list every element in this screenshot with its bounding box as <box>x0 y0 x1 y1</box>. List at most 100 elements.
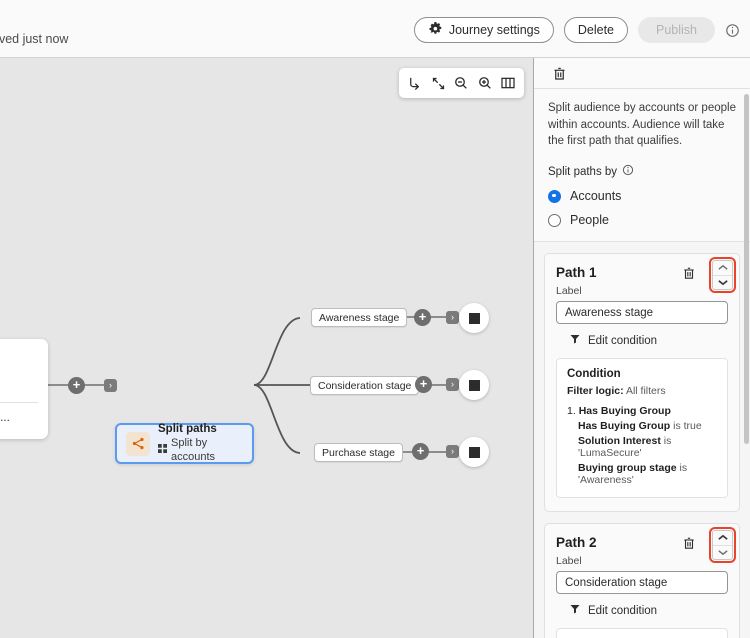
branch-end-node-2[interactable] <box>459 370 489 400</box>
add-step-button-incoming[interactable]: + <box>68 377 85 394</box>
path-2-move-up-button[interactable] <box>713 531 732 546</box>
panel-scrollbar[interactable] <box>744 94 749 444</box>
path-1-condition-heading: Condition <box>567 368 717 380</box>
previous-step-subtitle: ent <box>0 381 38 393</box>
path-1-edit-condition-link[interactable]: Edit condition <box>569 333 728 348</box>
grid-icon <box>158 444 167 458</box>
split-paths-by-label-row: Split paths by <box>548 164 736 179</box>
panel-intro: Split audience by accounts or people wit… <box>534 89 750 242</box>
previous-step-node[interactable]: ring ent umaSec... <box>0 339 48 439</box>
stop-icon <box>469 313 480 324</box>
path-2-label-caption: Label <box>556 555 728 567</box>
radio-people-icon <box>548 214 561 227</box>
path-1-rule-2-op: is <box>664 435 672 447</box>
path-1-rule-2-value: 'LumaSecure' <box>578 447 642 459</box>
previous-step-title: ring <box>0 348 38 362</box>
path-1-rule-3-value: 'Awareness' <box>578 474 634 486</box>
path-2-label-input[interactable] <box>556 571 728 594</box>
split-paths-subtitle-row: Split by accounts <box>158 437 243 465</box>
path-card-1: Path 1 Label <box>544 253 740 512</box>
app-header: aved just now Journey settings Delete Pu… <box>0 0 750 58</box>
minimap-icon[interactable] <box>498 73 519 94</box>
info-icon[interactable] <box>725 23 740 38</box>
split-paths-text: Split paths Split by accounts <box>158 422 243 465</box>
split-paths-panel: Split audience by accounts or people wit… <box>534 58 750 638</box>
path-1-title: Path 1 <box>556 265 728 280</box>
path-1-reorder-stepper <box>712 260 733 290</box>
path-1-rule-1-op: is <box>673 420 681 432</box>
path-1-move-down-button[interactable] <box>713 276 732 290</box>
radio-option-accounts[interactable]: Accounts <box>548 189 736 203</box>
branch-end-node-3[interactable] <box>459 437 489 467</box>
delete-button[interactable]: Delete <box>564 17 628 43</box>
path-1-label-input[interactable] <box>556 301 728 324</box>
split-paths-subtitle: Split by accounts <box>171 437 243 465</box>
add-step-button-branch-3[interactable]: + <box>412 443 429 460</box>
path-1-edit-condition-label: Edit condition <box>588 335 657 347</box>
branch-label-2[interactable]: Consideration stage <box>310 376 419 395</box>
fit-to-screen-icon[interactable] <box>428 73 449 94</box>
add-step-button-branch-2[interactable]: + <box>415 376 432 393</box>
panel-body[interactable]: Split audience by accounts or people wit… <box>534 89 750 638</box>
path-1-rule-3: Buying group stage is 'Awareness' <box>578 462 717 486</box>
branch-end-node-1[interactable] <box>459 303 489 333</box>
path-2-condition-box: Condition Filter logic: All filters 1. H… <box>556 628 728 638</box>
path-1-filter-logic-value: All filters <box>626 385 666 397</box>
path-1-condition-box: Condition Filter logic: All filters 1. H… <box>556 358 728 498</box>
journey-settings-label: Journey settings <box>449 23 540 37</box>
path-2-edit-condition-label: Edit condition <box>588 605 657 617</box>
journey-settings-button[interactable]: Journey settings <box>414 17 554 43</box>
path-1-condition-name: Has Buying Group <box>579 405 671 417</box>
path-1-delete-icon[interactable] <box>680 265 697 282</box>
publish-label: Publish <box>656 23 697 37</box>
info-icon[interactable] <box>622 164 634 179</box>
radio-option-people[interactable]: People <box>548 213 736 227</box>
saved-status: aved just now <box>0 32 68 46</box>
split-paths-by-label: Split paths by <box>548 166 617 178</box>
path-1-move-up-button[interactable] <box>713 261 732 276</box>
publish-button: Publish <box>638 17 715 43</box>
previous-step-meta: umaSec... <box>0 412 38 424</box>
radio-accounts-icon <box>548 190 561 203</box>
panel-header <box>534 58 750 89</box>
add-step-button-branch-1[interactable]: + <box>414 309 431 326</box>
path-card-2: Path 2 Label <box>544 523 740 638</box>
path-1-rule-1-field: Has Buying Group <box>578 420 670 432</box>
expand-chevron-branch-2[interactable]: › <box>446 378 459 391</box>
path-1-rule-1: Has Buying Group is true <box>578 420 717 432</box>
path-1-condition-number: 1. <box>567 405 576 417</box>
expand-chevron-incoming[interactable]: › <box>104 379 117 392</box>
header-actions: Journey settings Delete Publish <box>414 17 740 43</box>
connector-lines <box>0 58 533 638</box>
gear-icon <box>428 21 443 39</box>
path-2-reorder-stepper <box>712 530 733 560</box>
app-root: aved just now Journey settings Delete Pu… <box>0 0 750 638</box>
split-paths-icon <box>126 432 150 456</box>
panel-divider <box>533 58 534 638</box>
path-2-move-down-button[interactable] <box>713 546 732 560</box>
path-1-rule-2: Solution Interest is 'LumaSecure' <box>578 435 717 459</box>
path-2-delete-icon[interactable] <box>680 535 697 552</box>
split-paths-node[interactable]: Split paths Split by accounts <box>115 423 254 464</box>
undo-redo-icon[interactable] <box>404 73 425 94</box>
branch-label-1[interactable]: Awareness stage <box>311 308 407 327</box>
journey-graph <box>0 58 533 638</box>
delete-label: Delete <box>578 23 614 37</box>
panel-delete-icon[interactable] <box>550 64 569 83</box>
zoom-in-icon[interactable] <box>474 73 495 94</box>
path-1-filter-logic-label: Filter logic: <box>567 385 624 397</box>
filter-icon <box>569 603 581 618</box>
zoom-out-icon[interactable] <box>451 73 472 94</box>
split-paths-title: Split paths <box>158 422 243 436</box>
branch-label-3[interactable]: Purchase stage <box>314 443 403 462</box>
stop-icon <box>469 380 480 391</box>
journey-canvas[interactable]: ring ent umaSec... + › Split paths <box>0 58 533 638</box>
filter-icon <box>569 333 581 348</box>
stop-icon <box>469 447 480 458</box>
radio-people-label: People <box>570 213 609 227</box>
panel-description: Split audience by accounts or people wit… <box>548 100 736 150</box>
expand-chevron-branch-3[interactable]: › <box>446 445 459 458</box>
path-2-edit-condition-link[interactable]: Edit condition <box>569 603 728 618</box>
path-1-rule-3-op: is <box>680 462 688 474</box>
expand-chevron-branch-1[interactable]: › <box>446 311 459 324</box>
